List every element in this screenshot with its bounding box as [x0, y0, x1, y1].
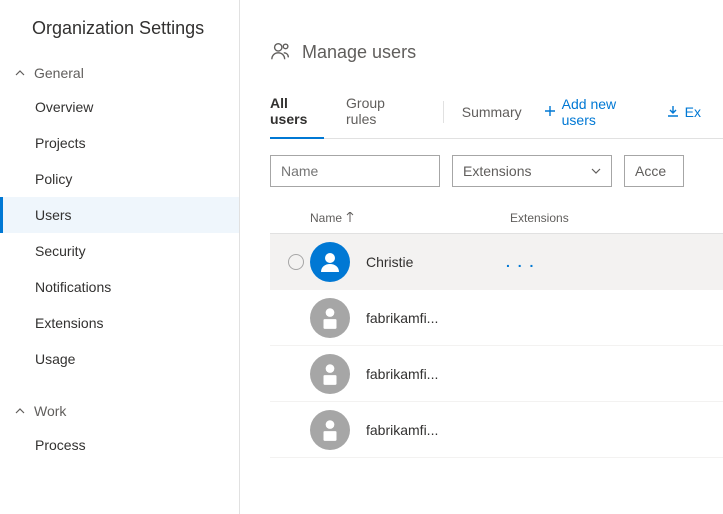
sidebar-item-overview[interactable]: Overview [0, 89, 239, 125]
avatar [310, 298, 350, 338]
column-header-extensions[interactable]: Extensions [510, 211, 723, 225]
download-icon [667, 104, 679, 120]
sidebar: Organization Settings General Overview P… [0, 0, 240, 514]
extensions-filter-dropdown[interactable]: Extensions [452, 155, 612, 187]
group-header-work[interactable]: Work [0, 395, 239, 427]
chevron-down-icon [591, 163, 601, 179]
tabs-divider [443, 101, 444, 123]
add-new-users-action[interactable]: Add new users [544, 96, 645, 128]
users-icon [270, 40, 292, 65]
group-header-general[interactable]: General [0, 57, 239, 89]
page-title: Manage users [302, 42, 416, 63]
group-label: General [34, 65, 84, 81]
row-name: fabrikamfi... [366, 366, 506, 382]
sidebar-item-extensions[interactable]: Extensions [0, 305, 239, 341]
page-header: Manage users [270, 40, 723, 65]
main: Manage users All users Group rules Summa… [240, 0, 723, 514]
sidebar-item-projects[interactable]: Projects [0, 125, 239, 161]
export-action[interactable]: Ex [667, 104, 701, 120]
table-row[interactable]: fabrikamfi... [270, 346, 723, 402]
summary-action[interactable]: Summary [462, 104, 522, 120]
chevron-up-icon [14, 405, 26, 417]
more-icon: . . . [506, 254, 535, 270]
plus-icon [544, 104, 556, 120]
tab-all-users[interactable]: All users [270, 85, 324, 139]
sort-asc-icon [346, 211, 354, 225]
sidebar-item-usage[interactable]: Usage [0, 341, 239, 377]
sidebar-title: Organization Settings [0, 18, 239, 57]
tab-group-rules[interactable]: Group rules [346, 85, 413, 139]
table-row[interactable]: fabrikamfi... [270, 290, 723, 346]
sidebar-item-users[interactable]: Users [0, 197, 239, 233]
avatar [310, 354, 350, 394]
radio-icon [288, 254, 304, 270]
avatar [310, 410, 350, 450]
table-header: Name Extensions [270, 203, 723, 234]
chevron-up-icon [14, 67, 26, 79]
sidebar-item-security[interactable]: Security [0, 233, 239, 269]
sidebar-item-notifications[interactable]: Notifications [0, 269, 239, 305]
row-select[interactable] [282, 254, 310, 270]
name-filter-input[interactable] [270, 155, 440, 187]
row-actions-button[interactable]: . . . [506, 254, 535, 270]
row-name: Christie [366, 254, 506, 270]
group-label: Work [34, 403, 66, 419]
tabs-row: All users Group rules Summary Add new us… [270, 85, 723, 139]
table-row[interactable]: fabrikamfi... [270, 402, 723, 458]
sidebar-item-policy[interactable]: Policy [0, 161, 239, 197]
access-filter-dropdown[interactable]: Acce [624, 155, 684, 187]
table-row[interactable]: Christie . . . [270, 234, 723, 290]
filter-row: Extensions Acce [270, 139, 723, 203]
sidebar-item-process[interactable]: Process [0, 427, 239, 463]
row-name: fabrikamfi... [366, 422, 506, 438]
row-name: fabrikamfi... [366, 310, 506, 326]
avatar [310, 242, 350, 282]
column-header-name[interactable]: Name [310, 211, 510, 225]
